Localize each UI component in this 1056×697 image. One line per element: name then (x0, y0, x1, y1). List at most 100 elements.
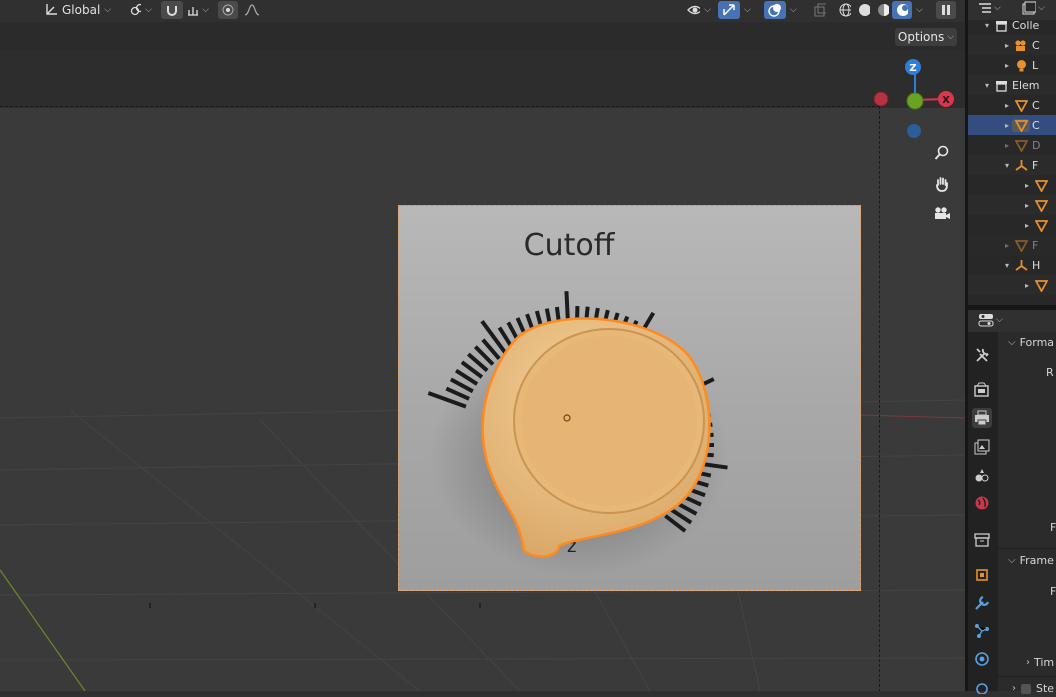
tab-constraints[interactable] (972, 677, 992, 697)
disclosure-triangle-icon[interactable]: ▾ (1002, 261, 1012, 270)
zoom-button[interactable] (930, 141, 954, 165)
shading-wireframe-button[interactable] (835, 1, 855, 19)
disclosure-triangle-icon[interactable]: ▸ (1002, 141, 1012, 150)
camera-view-button[interactable] (930, 202, 954, 226)
tab-object[interactable] (972, 565, 992, 585)
outliner-row[interactable]: ▸ (968, 215, 1056, 235)
wrench-icon (974, 595, 990, 611)
pivot-icon (130, 3, 141, 17)
display-mode-dropdown[interactable]: ⌵ (978, 1, 1001, 15)
filter-dropdown[interactable]: ⌵ (1022, 1, 1045, 15)
axis-neg-x-handle[interactable] (874, 92, 888, 106)
disclosure-triangle-icon[interactable]: ▸ (1022, 181, 1032, 190)
options-dropdown[interactable]: Options ⌵ (895, 28, 957, 46)
tab-render[interactable] (972, 380, 992, 400)
properties-header: ⌵ (968, 310, 1056, 332)
row-indent: ▸ (968, 181, 1032, 190)
outliner-row[interactable]: ▸D (968, 135, 1056, 155)
navigation-gizmo[interactable]: Z X (870, 55, 960, 145)
axis-neg-z-handle[interactable] (907, 124, 921, 138)
disclosure-triangle-icon[interactable]: ▸ (1002, 121, 1012, 130)
outliner-row[interactable]: ▸F (968, 235, 1056, 255)
pivot-point-dropdown[interactable]: ⌵ (126, 1, 156, 19)
chevron-down-icon: ⌵ (104, 5, 111, 15)
image-icon (1022, 1, 1036, 15)
disclosure-triangle-icon[interactable]: ▾ (982, 21, 992, 30)
collection-icon (992, 79, 1010, 92)
proportional-editing-toggle[interactable] (218, 1, 238, 19)
reference-image[interactable]: Cutoff z (398, 205, 861, 591)
chevron-down-icon: ⌵ (1008, 555, 1016, 566)
shading-dropdown[interactable]: ⌵ (912, 1, 928, 19)
xray-toggle[interactable] (810, 1, 830, 19)
3d-viewport[interactable]: Global ⌵ ⌵ ⌵ ⌵ ⌵ ⌵ (0, 0, 965, 691)
row-indent: ▾ (968, 261, 1012, 270)
overlays-dropdown[interactable]: ⌵ (786, 1, 802, 19)
tool-icon (974, 347, 990, 363)
shading-rendered-button[interactable] (892, 1, 912, 19)
outliner-row-label: C (1032, 119, 1040, 132)
pan-button[interactable] (930, 172, 954, 196)
outliner-row[interactable]: ▸ (968, 195, 1056, 215)
outliner-row[interactable]: ▸C (968, 115, 1056, 135)
disclosure-triangle-icon[interactable]: ▾ (1002, 161, 1012, 170)
tab-particles[interactable] (972, 621, 992, 641)
tab-modifiers[interactable] (972, 593, 992, 613)
pause-render-button[interactable] (936, 1, 956, 19)
disclosure-triangle-icon[interactable]: ▾ (982, 81, 992, 90)
outliner-row[interactable]: ▸ (968, 175, 1056, 195)
axis-y-handle[interactable] (907, 93, 923, 109)
outliner-row[interactable]: ▾F (968, 155, 1056, 175)
outliner-row[interactable]: ▾ Elem (968, 75, 1056, 95)
snap-target-dropdown[interactable]: ⌵ (183, 1, 213, 19)
tab-output[interactable] (972, 408, 992, 428)
tab-physics[interactable] (972, 649, 992, 669)
gizmo-dropdown[interactable]: ⌵ (740, 1, 756, 19)
disclosure-triangle-icon[interactable]: ▸ (1002, 41, 1012, 50)
tab-collection[interactable] (972, 530, 992, 550)
row-indent: ▸ (968, 121, 1012, 130)
outliner-row[interactable]: ▸C (968, 35, 1056, 55)
gizmo-toggle[interactable] (718, 1, 740, 19)
tab-view-layer[interactable] (972, 437, 992, 457)
xray-icon (814, 3, 826, 17)
camera-icon (1012, 39, 1030, 52)
outliner-row[interactable]: ▸L (968, 55, 1056, 75)
transform-orientation-dropdown[interactable]: Global ⌵ (40, 1, 118, 19)
disclosure-triangle-icon[interactable]: ▸ (1002, 101, 1012, 110)
disclosure-triangle-icon[interactable]: ▸ (1022, 281, 1032, 290)
proportional-icon (222, 4, 234, 16)
format-panel-header[interactable]: ⌵ Forma (1008, 336, 1054, 349)
mesh-icon (1032, 199, 1050, 212)
snap-toggle[interactable] (161, 1, 183, 19)
overlays-toggle[interactable] (764, 1, 786, 19)
outliner-row[interactable]: ▸C (968, 95, 1056, 115)
outliner-row[interactable]: ▸ (968, 275, 1056, 295)
editor-type-dropdown[interactable]: ⌵ (978, 313, 1003, 327)
outliner-row-label: Elem (1012, 79, 1040, 92)
tab-world[interactable] (972, 493, 992, 513)
magnet-icon (165, 3, 179, 17)
tab-scene[interactable] (972, 465, 992, 485)
disclosure-triangle-icon[interactable]: ▸ (1002, 241, 1012, 250)
tab-tool[interactable] (972, 345, 992, 365)
time-stretching-subpanel-header[interactable]: › Tim (1026, 656, 1054, 669)
format-panel-title: Forma (1020, 336, 1054, 349)
stereoscopy-panel-header[interactable]: › Ste (1012, 682, 1054, 695)
disclosure-triangle-icon[interactable]: ▸ (1022, 221, 1032, 230)
camera-passepartout-top (0, 50, 965, 108)
outliner-row[interactable]: ▾Colle (968, 15, 1056, 35)
stereoscopy-checkbox[interactable] (1021, 684, 1031, 694)
shading-material-button[interactable] (873, 1, 893, 19)
outliner-row-label: D (1032, 139, 1040, 152)
shading-solid-button[interactable] (854, 1, 874, 19)
falloff-dropdown[interactable] (240, 1, 268, 19)
outliner-list-icon (978, 1, 992, 15)
visibility-dropdown[interactable]: ⌵ (683, 1, 715, 19)
outliner-row[interactable]: ▾H (968, 255, 1056, 275)
mesh-icon (1012, 239, 1030, 252)
disclosure-triangle-icon[interactable]: ▸ (1002, 61, 1012, 70)
mesh-icon (1012, 99, 1030, 112)
frame-range-panel-header[interactable]: ⌵ Frame (1008, 554, 1054, 567)
disclosure-triangle-icon[interactable]: ▸ (1022, 201, 1032, 210)
